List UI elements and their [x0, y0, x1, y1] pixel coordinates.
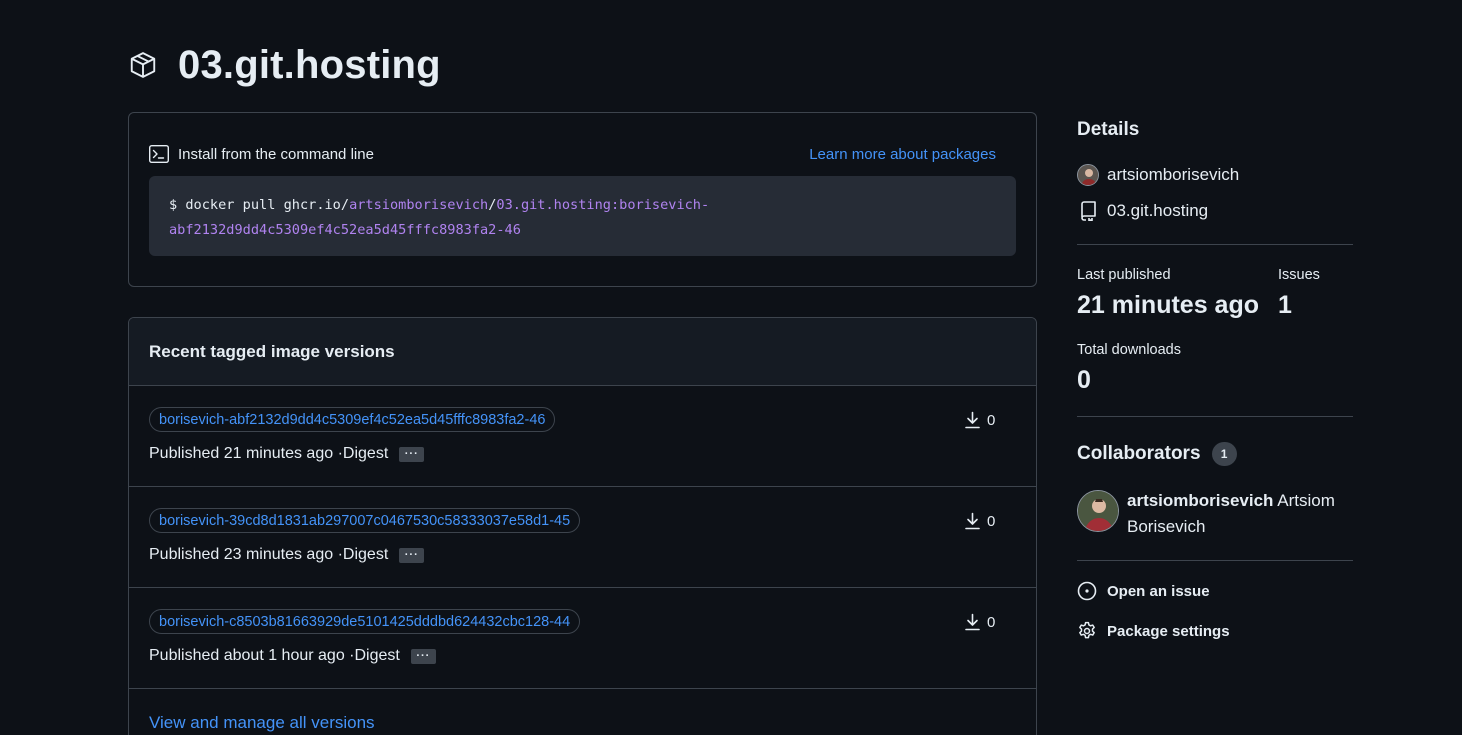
download-icon: [964, 411, 981, 429]
open-issue-link[interactable]: Open an issue: [1077, 581, 1210, 601]
owner-avatar-wrap: [1077, 164, 1099, 186]
version-row: borisevich-39cd8d1831ab297007c0467530c58…: [129, 487, 1036, 588]
divider: [1077, 244, 1353, 245]
download-count: 0: [964, 613, 995, 631]
collaborators-header: Collaborators 1: [1077, 442, 1237, 466]
open-issue-label: Open an issue: [1107, 582, 1210, 600]
download-icon: [964, 512, 981, 530]
owner-name: artsiomborisevich: [1107, 165, 1240, 184]
repo-link[interactable]: 03.git.hosting: [1077, 200, 1208, 222]
install-command[interactable]: $ docker pull ghcr.io/artsiomborisevich/…: [149, 176, 1016, 256]
download-value: 0: [987, 411, 996, 429]
collaborator-login[interactable]: artsiomborisevich: [1127, 491, 1273, 510]
download-icon: [964, 613, 981, 631]
published-text: Published 21 minutes ago ·: [149, 445, 343, 462]
versions-heading: Recent tagged image versions: [149, 341, 395, 361]
versions-panel: Recent tagged image versions borisevich-…: [128, 317, 1037, 735]
install-title: Install from the command line: [178, 145, 374, 163]
divider: [1077, 560, 1353, 561]
download-value: 0: [987, 512, 996, 530]
terminal-icon: [149, 145, 169, 163]
details-title: Details: [1077, 119, 1140, 140]
versions-header: Recent tagged image versions: [129, 318, 1036, 386]
cmd-image: 03.git.hosting:borisevich-: [496, 197, 710, 213]
version-tag-link[interactable]: borisevich-abf2132d9dd4c5309ef4c52ea5d45…: [149, 407, 556, 432]
issues-value: 1: [1278, 291, 1292, 319]
package-settings-link[interactable]: Package settings: [1077, 621, 1230, 641]
download-count: 0: [964, 411, 995, 429]
package-title: 03.git.hosting: [178, 42, 441, 87]
learn-more-link[interactable]: Learn more about packages: [809, 146, 996, 163]
published-line: Published 23 minutes ago · Digest ···: [149, 546, 425, 564]
digest-label: Digest: [342, 546, 389, 563]
divider: [1077, 416, 1353, 417]
cmd-owner: artsiomborisevich: [349, 197, 489, 213]
published-text: Published about 1 hour ago ·: [149, 647, 355, 664]
package-settings-label: Package settings: [1107, 622, 1230, 640]
cmd-image-tag: abf2132d9dd4c5309ef4c52ea5d45fffc8983fa2…: [169, 222, 521, 238]
collaborator-item[interactable]: artsiomborisevich Artsiom Borisevich: [1077, 490, 1353, 540]
version-row: borisevich-c8503b81663929de5101425dddbd6…: [129, 588, 1036, 689]
version-row: borisevich-abf2132d9dd4c5309ef4c52ea5d45…: [129, 386, 1036, 487]
owner-link[interactable]: artsiomborisevich: [1077, 164, 1239, 186]
cmd-prefix: $ docker pull ghcr.io/: [169, 197, 350, 213]
total-downloads-label: Total downloads: [1077, 342, 1181, 358]
view-all-versions-link[interactable]: View and manage all versions: [149, 713, 375, 733]
avatar: [1077, 164, 1099, 186]
package-header: 03.git.hosting: [128, 42, 441, 88]
collaborators-title: Collaborators: [1077, 443, 1201, 464]
published-line: Published 21 minutes ago · Digest ···: [149, 445, 425, 463]
published-line: Published about 1 hour ago · Digest ···: [149, 647, 436, 665]
package-icon: [128, 50, 158, 80]
total-downloads-value: 0: [1077, 366, 1091, 394]
repo-icon: [1077, 200, 1099, 222]
install-header: Install from the command line Learn more…: [149, 145, 996, 163]
last-published-label: Last published: [1077, 267, 1171, 283]
collaborators-count-badge: 1: [1211, 442, 1237, 466]
repo-name: 03.git.hosting: [1107, 201, 1209, 220]
install-panel: Install from the command line Learn more…: [128, 112, 1037, 287]
download-count: 0: [964, 512, 995, 530]
published-text: Published 23 minutes ago ·: [149, 546, 343, 563]
digest-label: Digest: [342, 445, 389, 462]
version-tag-link[interactable]: borisevich-39cd8d1831ab297007c0467530c58…: [149, 508, 581, 533]
digest-label: Digest: [354, 647, 400, 664]
digest-expand-button[interactable]: ···: [410, 648, 436, 664]
collaborator-text: artsiomborisevich Artsiom Borisevich: [1127, 488, 1353, 540]
issue-opened-icon: [1077, 581, 1097, 601]
version-tag-link[interactable]: borisevich-c8503b81663929de5101425dddbd6…: [149, 609, 581, 634]
avatar: [1077, 490, 1119, 532]
digest-expand-button[interactable]: ···: [399, 446, 425, 462]
gear-icon: [1077, 621, 1097, 641]
download-value: 0: [987, 613, 996, 631]
digest-expand-button[interactable]: ···: [399, 547, 425, 563]
issues-label: Issues: [1278, 267, 1320, 283]
last-published-value: 21 minutes ago: [1077, 291, 1259, 319]
